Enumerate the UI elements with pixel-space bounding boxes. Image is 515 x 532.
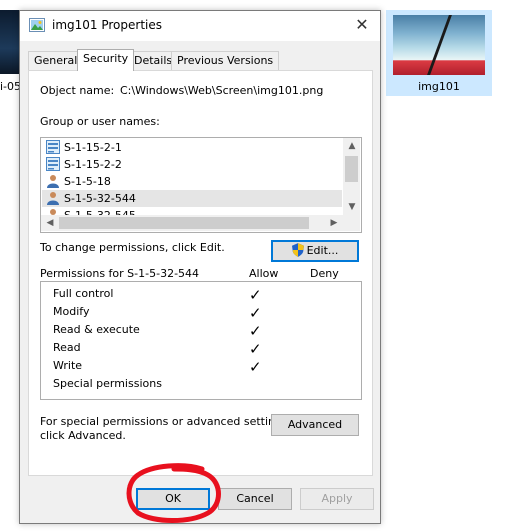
object-name-label: Object name: xyxy=(40,84,115,97)
user-icon xyxy=(47,192,59,205)
apply-button[interactable]: Apply xyxy=(300,488,374,510)
edit-button[interactable]: Edit... xyxy=(271,240,359,262)
permission-row: Modify xyxy=(53,303,89,321)
list-item[interactable]: S-1-15-2-2 xyxy=(42,156,342,173)
permission-name: Modify xyxy=(53,305,90,318)
tab-security[interactable]: Security xyxy=(77,49,135,71)
group-names-label: Group or user names: xyxy=(40,115,160,128)
scroll-left-icon[interactable]: ◀ xyxy=(42,215,58,231)
allow-header: Allow xyxy=(249,267,279,280)
permissions-list: Full control ✓ Modify ✓ Read & execute ✓… xyxy=(40,281,362,400)
permission-row: Read xyxy=(53,339,81,357)
tab-general[interactable]: General xyxy=(28,51,84,70)
thumbnail-img101 xyxy=(393,15,485,75)
list-item-label: S-1-5-32-544 xyxy=(64,192,136,205)
permission-name: Read xyxy=(53,341,81,354)
list-item[interactable]: S-1-15-2-1 xyxy=(42,139,342,156)
permission-name: Read & execute xyxy=(53,323,140,336)
close-button[interactable]: ✕ xyxy=(352,15,372,35)
list-item-label: S-1-5-18 xyxy=(64,175,111,188)
allow-check-icon: ✓ xyxy=(249,304,262,322)
list-item-label: S-1-15-2-2 xyxy=(64,158,122,171)
permission-name: Full control xyxy=(53,287,114,300)
horizontal-scrollbar[interactable]: ◀ ▶ xyxy=(41,215,343,231)
properties-dialog: img101 Properties ✕ General Security Det… xyxy=(19,10,381,524)
scroll-right-icon[interactable]: ▶ xyxy=(326,215,342,231)
group-user-list[interactable]: S-1-15-2-1 S-1-15-2-2 S-1-5-18 S-1-5-32-… xyxy=(40,137,362,233)
object-name-value: C:\Windows\Web\Screen\img101.png xyxy=(120,84,324,97)
file-label-img101: img101 xyxy=(418,80,460,93)
vertical-scrollbar[interactable]: ▲ ▼ xyxy=(343,138,360,215)
change-permissions-text: To change permissions, click Edit. xyxy=(40,241,225,254)
title-bar[interactable]: img101 Properties ✕ xyxy=(20,11,380,41)
list-item-label: S-1-15-2-1 xyxy=(64,141,122,154)
allow-check-icon: ✓ xyxy=(249,322,262,340)
edit-button-label: Edit... xyxy=(306,244,339,257)
security-panel: Object name: C:\Windows\Web\Screen\img10… xyxy=(28,70,373,476)
list-item-selected[interactable]: S-1-5-32-544 xyxy=(42,190,342,207)
permissions-for-label: Permissions for S-1-5-32-544 xyxy=(40,267,200,280)
scrollbar-corner xyxy=(343,215,360,231)
group-icon xyxy=(46,140,60,154)
ok-button[interactable]: OK xyxy=(136,488,210,510)
allow-check-icon: ✓ xyxy=(249,286,262,304)
permission-row: Special permissions xyxy=(53,375,162,393)
scroll-down-icon[interactable]: ▼ xyxy=(344,199,360,215)
special-permissions-text-2: click Advanced. xyxy=(40,429,126,442)
tab-previous-versions[interactable]: Previous Versions xyxy=(171,51,280,70)
user-icon xyxy=(47,175,59,188)
shield-icon xyxy=(291,243,304,257)
vertical-scroll-thumb[interactable] xyxy=(345,156,358,182)
allow-check-icon: ✓ xyxy=(249,358,262,376)
permission-row: Read & execute xyxy=(53,321,140,339)
permission-name: Write xyxy=(53,359,83,372)
horizontal-scroll-thumb[interactable] xyxy=(59,217,309,229)
list-item[interactable]: S-1-5-18 xyxy=(42,173,342,190)
dialog-title: img101 Properties xyxy=(52,18,163,32)
permission-row: Write xyxy=(53,357,82,375)
advanced-button[interactable]: Advanced xyxy=(271,414,359,436)
special-permissions-text: For special permissions or advanced sett… xyxy=(40,415,292,428)
cancel-button[interactable]: Cancel xyxy=(218,488,292,510)
group-icon xyxy=(46,157,60,171)
deny-header: Deny xyxy=(310,267,339,280)
image-file-icon xyxy=(29,18,45,32)
permission-name: Special permissions xyxy=(53,377,162,390)
scroll-up-icon[interactable]: ▲ xyxy=(344,138,360,154)
permission-row: Full control xyxy=(53,285,113,303)
allow-check-icon: ✓ xyxy=(249,340,262,358)
